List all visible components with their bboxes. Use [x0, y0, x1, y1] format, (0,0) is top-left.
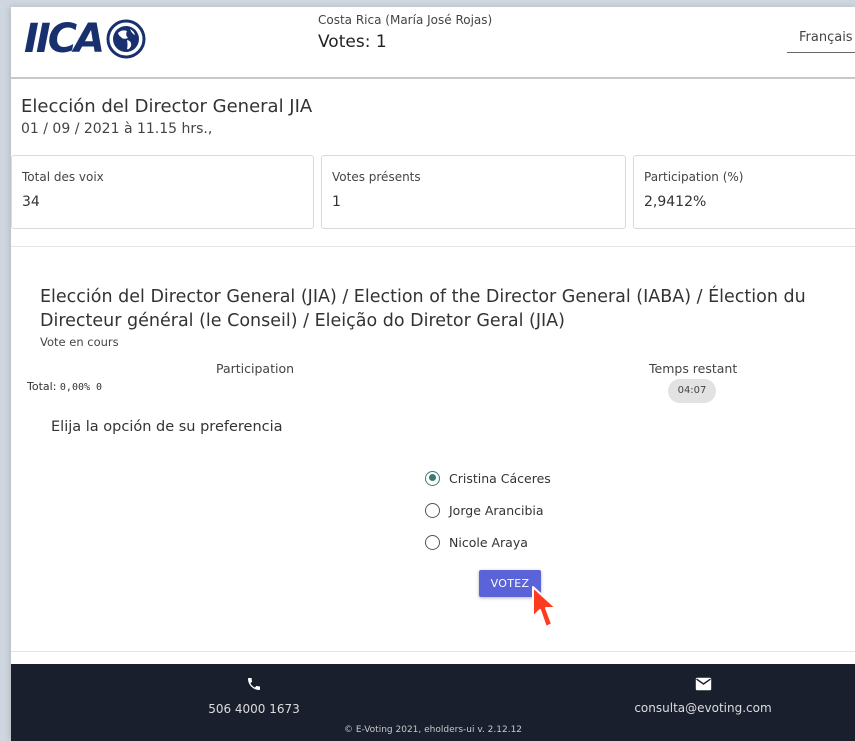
- option-jorge-arancibia[interactable]: Jorge Arancibia: [425, 494, 551, 526]
- footer-email[interactable]: consulta@evoting.com: [623, 676, 783, 715]
- mouse-cursor-icon: [532, 586, 557, 628]
- user-name: Costa Rica (María José Rojas): [318, 13, 493, 27]
- stats-row: Total des voix 34 Votes présents 1 Parti…: [11, 155, 855, 229]
- header: IICA Costa Rica (María José Rojas) Votes…: [11, 7, 855, 79]
- stat-label: Votes présents: [332, 170, 421, 184]
- election-title: Elección del Director General JIA: [21, 96, 313, 117]
- footer: 506 4000 1673 consulta@evoting.com © E-V…: [11, 664, 855, 741]
- election-date: 01 / 09 / 2021 à 11.15 hrs.,: [21, 121, 213, 137]
- option-nicole-araya[interactable]: Nicole Araya: [425, 526, 551, 558]
- total-line: Total: 0,00% 0: [27, 380, 102, 393]
- phone-number[interactable]: 506 4000 1673: [199, 702, 309, 716]
- iica-logo[interactable]: IICA: [24, 14, 146, 64]
- option-label[interactable]: Cristina Cáceres: [449, 471, 551, 486]
- stat-value: 2,9412%: [644, 194, 707, 210]
- time-remaining-badge: 04:07: [668, 379, 716, 403]
- globe-icon: [106, 19, 146, 59]
- radio-button[interactable]: [425, 502, 440, 518]
- votes-count: Votes: 1: [318, 32, 387, 52]
- radio-button-selected[interactable]: [425, 470, 440, 486]
- participation-label: Participation: [216, 361, 295, 376]
- divider: [11, 651, 855, 652]
- time-remaining-label: Temps restant: [649, 361, 738, 376]
- phone-icon: [248, 678, 260, 690]
- language-select[interactable]: Français▼: [787, 27, 855, 53]
- total-value: 0,00% 0: [59, 382, 103, 393]
- stat-label: Participation (%): [644, 170, 744, 184]
- stat-card-present: Votes présents 1: [321, 155, 626, 229]
- language-label: Français: [799, 30, 853, 45]
- user-block: Costa Rica (María José Rojas) Votes: 1: [318, 12, 492, 52]
- app-window: IICA Costa Rica (María José Rojas) Votes…: [11, 7, 855, 741]
- email-address[interactable]: consulta@evoting.com: [623, 701, 783, 715]
- option-label[interactable]: Nicole Araya: [449, 535, 528, 550]
- mail-icon: [695, 677, 711, 691]
- ballot-title: Elección del Director General (JIA) / El…: [40, 287, 806, 331]
- election-header: Elección del Director General JIA 01 / 0…: [21, 95, 312, 137]
- option-label[interactable]: Jorge Arancibia: [449, 503, 544, 518]
- candidate-options: Cristina Cáceres Jorge Arancibia Nicole …: [425, 462, 551, 558]
- ballot-status: Vote en cours: [40, 335, 119, 349]
- copyright: © E-Voting 2021, eholders-ui v. 2.12.12: [343, 725, 523, 735]
- stat-value: 1: [332, 194, 341, 210]
- logo-text: IICA: [24, 16, 105, 62]
- stat-card-total: Total des voix 34: [11, 155, 314, 229]
- footer-phone[interactable]: 506 4000 1673: [199, 676, 309, 716]
- divider: [11, 246, 855, 247]
- total-label: Total:: [27, 380, 57, 393]
- option-cristina-caceres[interactable]: Cristina Cáceres: [425, 462, 551, 494]
- ballot-prompt: Elija la opción de su preferencia: [51, 419, 283, 435]
- stat-value: 34: [22, 194, 40, 210]
- stat-card-participation: Participation (%) 2,9412%: [633, 155, 855, 229]
- stat-label: Total des voix: [22, 170, 104, 184]
- radio-button[interactable]: [425, 534, 440, 550]
- ballot-header: Elección del Director General (JIA) / El…: [40, 285, 840, 349]
